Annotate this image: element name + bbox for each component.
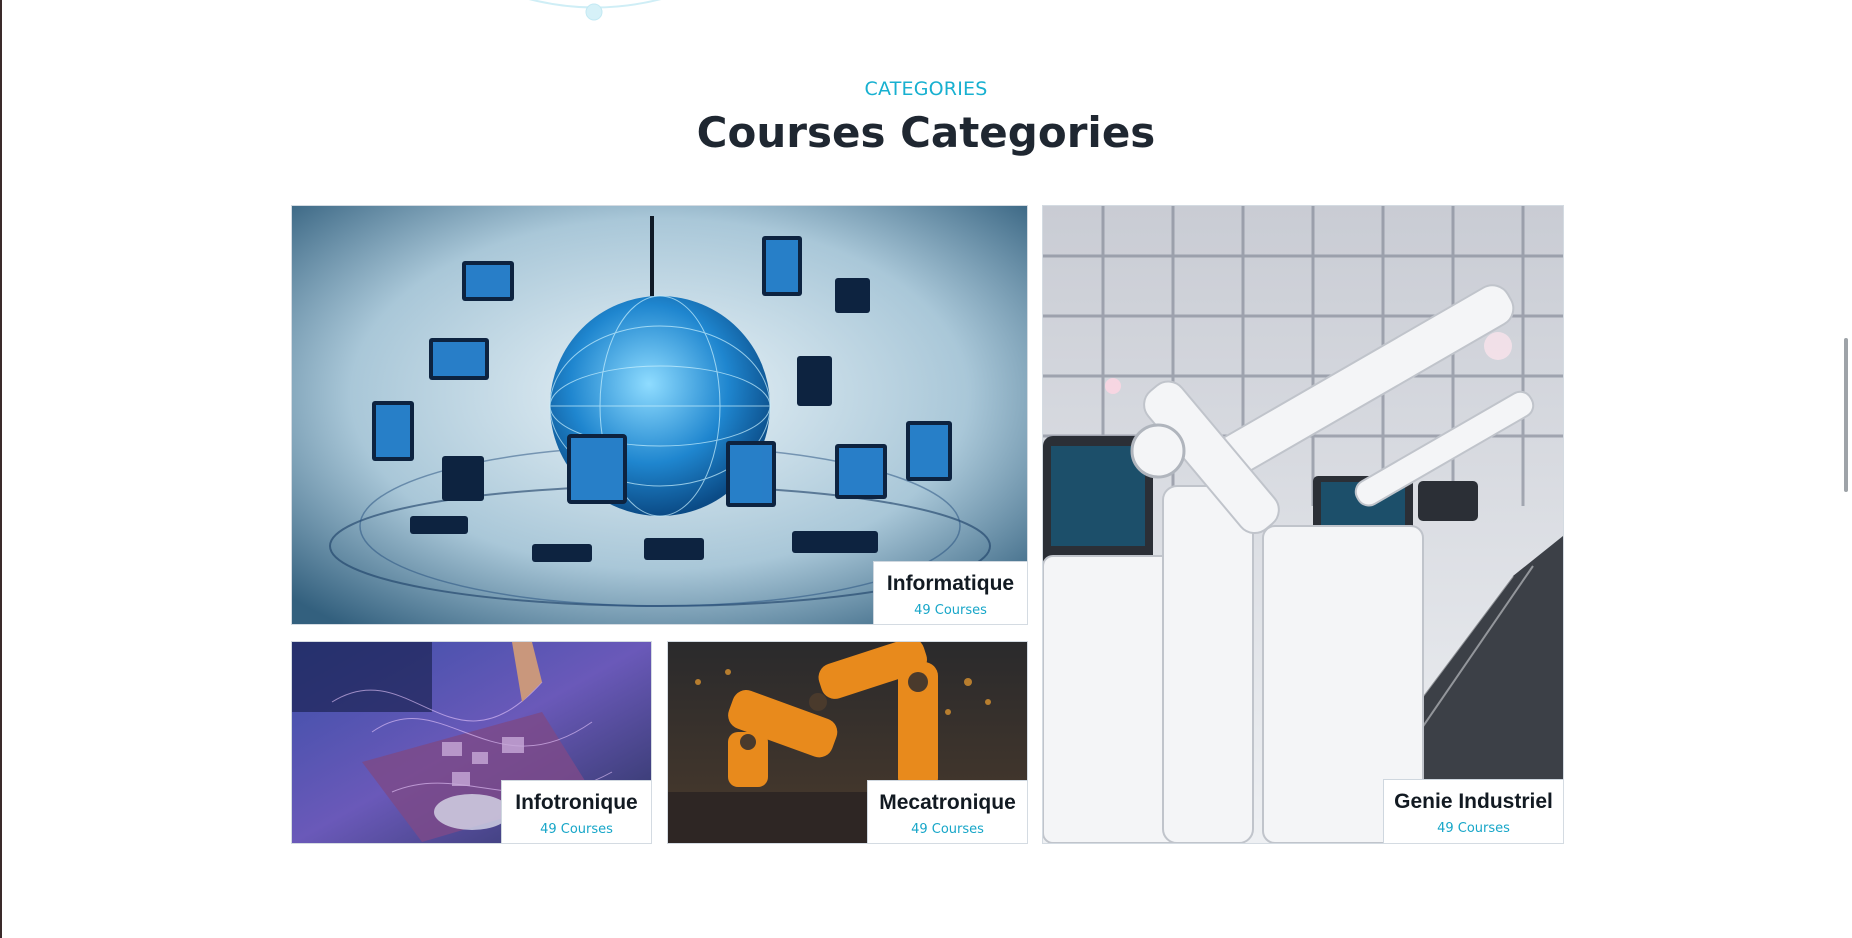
category-name[interactable]: Infotronique bbox=[502, 791, 651, 815]
decorative-arc bbox=[528, 0, 662, 21]
category-name[interactable]: Genie Industriel bbox=[1384, 790, 1563, 814]
category-course-count: 49 Courses bbox=[1437, 821, 1510, 836]
category-name[interactable]: Informatique bbox=[874, 572, 1027, 596]
category-caption: Genie Industriel 49 Courses bbox=[1383, 779, 1563, 843]
section-title: Courses Categories bbox=[696, 108, 1156, 157]
category-card-mecatronique[interactable]: Mecatronique 49 Courses bbox=[667, 641, 1028, 844]
category-course-count: 49 Courses bbox=[914, 603, 987, 618]
category-course-count: 49 Courses bbox=[911, 822, 984, 837]
category-name[interactable]: Mecatronique bbox=[868, 791, 1027, 815]
scrollbar[interactable] bbox=[1834, 0, 1852, 938]
category-card-informatique[interactable]: Informatique 49 Courses bbox=[291, 205, 1028, 625]
category-caption: Mecatronique 49 Courses bbox=[867, 780, 1027, 843]
category-caption: Infotronique 49 Courses bbox=[501, 780, 651, 843]
section-label: CATEGORIES bbox=[864, 78, 988, 100]
scrollbar-thumb[interactable] bbox=[1844, 338, 1848, 492]
category-card-infotronique[interactable]: Infotronique 49 Courses bbox=[291, 641, 652, 844]
category-caption: Informatique 49 Courses bbox=[873, 561, 1027, 624]
category-card-genie-industriel[interactable]: Genie Industriel 49 Courses bbox=[1042, 205, 1564, 844]
white-industrial-robots-image bbox=[1043, 206, 1563, 843]
category-course-count: 49 Courses bbox=[540, 822, 613, 837]
